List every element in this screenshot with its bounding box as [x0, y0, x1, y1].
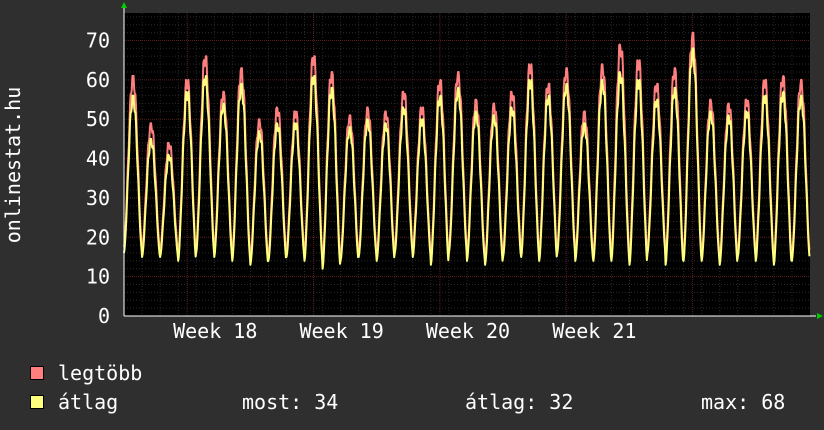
legend-item-avg: átlag [30, 390, 119, 414]
y-axis-label: onlinestat.hu [1, 87, 25, 244]
y-tick-label: 0 [98, 304, 110, 328]
max-swatch [30, 366, 44, 380]
legend-label-max: legtöbb [58, 361, 143, 385]
stat-current: most: 34 [242, 390, 339, 414]
x-tick-label: Week 21 [552, 319, 636, 343]
x-tick-label: Week 20 [426, 319, 510, 343]
y-axis-arrow-icon [121, 2, 127, 8]
avg-swatch [30, 395, 44, 409]
y-tick-label: 60 [86, 68, 110, 92]
y-tick-label: 10 [86, 265, 110, 289]
y-tick-label: 40 [86, 147, 110, 171]
y-tick-label: 20 [86, 225, 110, 249]
y-tick-label: 30 [86, 186, 110, 210]
legend-item-max: legtöbb [30, 361, 143, 385]
x-tick-label: Week 19 [299, 319, 383, 343]
y-tick-label: 70 [86, 29, 110, 53]
x-tick-label: Week 18 [173, 319, 257, 343]
legend-label-avg: átlag [58, 390, 119, 414]
x-axis-arrow-icon [817, 313, 823, 319]
y-tick-label: 50 [86, 107, 110, 131]
stat-average: átlag: 32 [465, 390, 574, 414]
stat-maximum: max: 68 [701, 390, 786, 414]
